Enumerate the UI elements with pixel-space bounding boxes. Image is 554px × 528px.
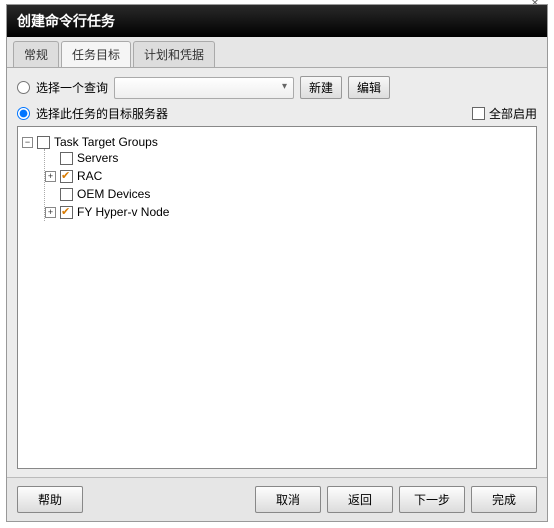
tree: − Task Target Groups Servers [22,133,532,223]
enable-all-checkbox[interactable]: 全部启用 [472,105,537,122]
tree-label: OEM Devices [77,187,150,201]
target-row: 选择此任务的目标服务器 全部启用 [17,105,537,122]
tab-target[interactable]: 任务目标 [61,41,131,67]
tree-label: Servers [77,151,118,165]
query-combo[interactable] [114,77,294,99]
edit-query-button[interactable]: 编辑 [348,76,390,99]
tree-label: FY Hyper-v Node [77,205,169,219]
next-button[interactable]: 下一步 [399,486,465,513]
cancel-button[interactable]: 取消 [255,486,321,513]
enable-all-label: 全部启用 [489,105,537,122]
tree-container: − Task Target Groups Servers [17,126,537,469]
finish-button[interactable]: 完成 [471,486,537,513]
tree-node-servers[interactable]: Servers [45,151,532,165]
tree-node-rac[interactable]: + RAC [45,169,532,183]
expander-empty [45,189,56,200]
checkbox[interactable] [60,188,73,201]
help-button[interactable]: 帮助 [17,486,83,513]
tab-schedule[interactable]: 计划和凭据 [133,41,215,67]
checkbox[interactable] [37,136,50,149]
tree-node-root[interactable]: − Task Target Groups [22,135,532,149]
checkbox[interactable] [60,152,73,165]
enable-all-box[interactable] [472,107,485,120]
select-targets-radio[interactable] [17,107,30,120]
select-query-radio[interactable] [17,81,30,94]
expander-icon[interactable]: + [45,171,56,182]
tab-content: 选择一个查询 新建 编辑 选择此任务的目标服务器 全部启用 − [7,68,547,477]
tabs: 常规 任务目标 计划和凭据 [7,37,547,68]
select-targets-label: 选择此任务的目标服务器 [36,105,168,122]
back-button[interactable]: 返回 [327,486,393,513]
expander-empty [45,153,56,164]
new-query-button[interactable]: 新建 [300,76,342,99]
select-query-label: 选择一个查询 [36,79,108,96]
dialog: 创建命令行任务 常规 任务目标 计划和凭据 选择一个查询 新建 编辑 选择此任务… [6,4,548,522]
tree-label: RAC [77,169,102,183]
footer: 帮助 取消 返回 下一步 完成 [7,477,547,521]
tree-node-oem[interactable]: OEM Devices [45,187,532,201]
tree-node-hyperv[interactable]: + FY Hyper-v Node [45,205,532,219]
dialog-title: 创建命令行任务 [7,5,547,37]
expander-icon[interactable]: + [45,207,56,218]
query-row: 选择一个查询 新建 编辑 [17,76,537,99]
tree-label: Task Target Groups [54,135,158,149]
tab-general[interactable]: 常规 [13,41,59,67]
expander-icon[interactable]: − [22,137,33,148]
checkbox[interactable] [60,206,73,219]
checkbox[interactable] [60,170,73,183]
